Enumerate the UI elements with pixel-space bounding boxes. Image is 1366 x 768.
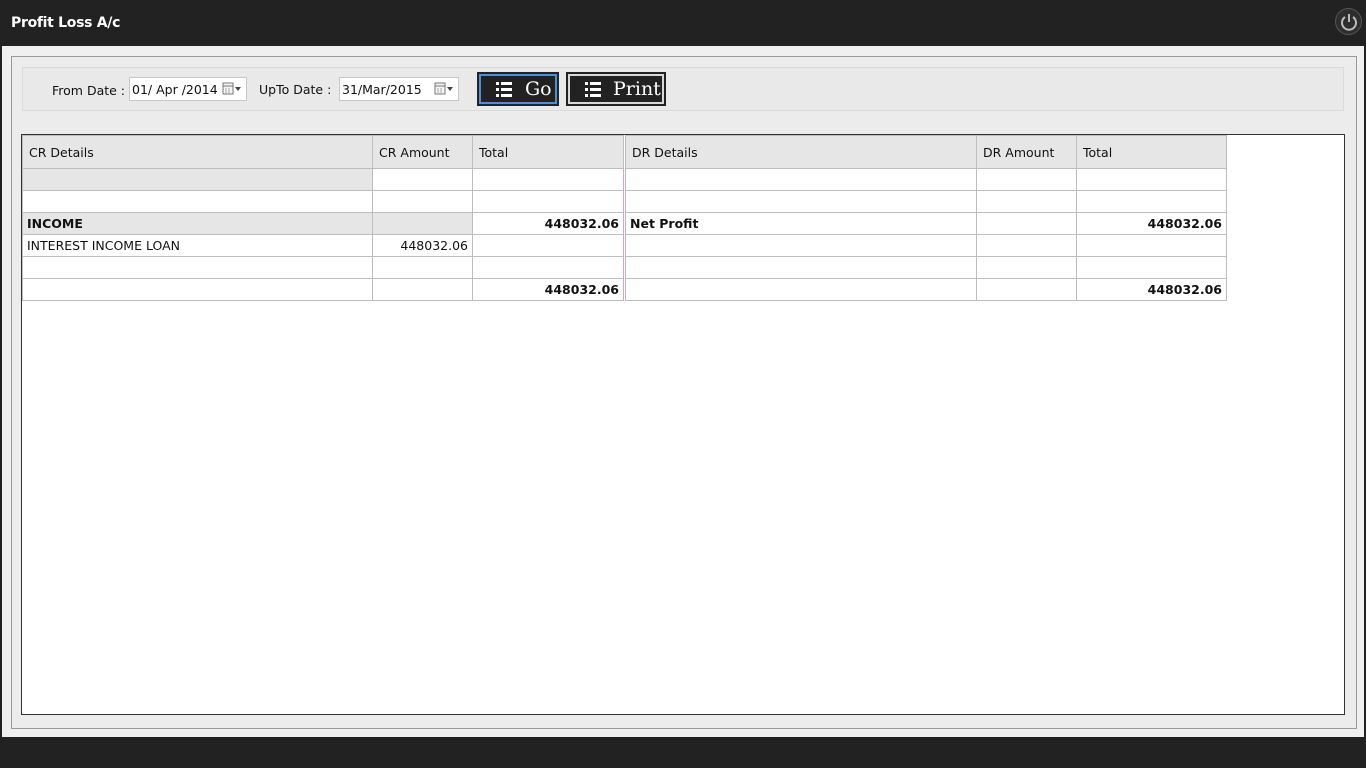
content-frame: From Date : 01/ Apr /2014 UpTo Date : 31… — [11, 56, 1357, 729]
table-row[interactable]: INTEREST INCOME LOAN 448032.06 — [22, 234, 1227, 257]
column-header-dr-total[interactable]: Total — [1076, 135, 1227, 169]
cr-details-cell[interactable] — [22, 190, 373, 213]
upto-date-picker[interactable]: 31/Mar/2015 — [339, 77, 459, 101]
cr-amount-cell[interactable] — [372, 190, 473, 213]
print-label: Print — [613, 78, 661, 100]
dr-amount-cell[interactable] — [976, 278, 1077, 301]
from-date-label: From Date : — [52, 83, 126, 98]
dr-details-cell[interactable]: Net Profit — [624, 212, 977, 235]
cr-details-cell[interactable]: INTEREST INCOME LOAN — [22, 234, 373, 257]
column-header-dr-amount[interactable]: DR Amount — [976, 135, 1077, 169]
upto-date-label: UpTo Date : — [259, 82, 332, 97]
upto-date-value: 31/Mar/2015 — [342, 82, 422, 97]
cr-amount-cell[interactable] — [372, 256, 473, 279]
from-date-picker[interactable]: 01/ Apr /2014 — [129, 77, 247, 101]
table-row[interactable] — [22, 256, 1227, 279]
dr-details-cell[interactable] — [624, 256, 977, 279]
cr-total-cell[interactable]: 448032.06 — [472, 212, 626, 235]
status-bar — [0, 737, 1366, 768]
list-icon — [496, 82, 512, 97]
dr-amount-cell[interactable] — [976, 168, 1077, 191]
from-date-value: 01/ Apr /2014 — [132, 82, 218, 97]
go-label: Go — [525, 78, 552, 100]
dr-amount-cell[interactable] — [976, 256, 1077, 279]
dr-amount-cell[interactable] — [976, 212, 1077, 235]
cr-total-cell[interactable] — [472, 256, 626, 279]
dr-details-cell[interactable] — [624, 278, 977, 301]
filter-toolbar: From Date : 01/ Apr /2014 UpTo Date : 31… — [22, 67, 1344, 111]
column-header-cr-details[interactable]: CR Details — [22, 135, 373, 169]
dr-amount-cell[interactable] — [976, 234, 1077, 257]
list-icon — [585, 82, 601, 97]
cr-total-cell[interactable] — [472, 190, 626, 213]
cr-total-cell[interactable]: 448032.06 — [472, 278, 626, 301]
go-button[interactable]: Go — [477, 72, 559, 106]
cr-amount-cell[interactable] — [372, 168, 473, 191]
dr-details-cell[interactable] — [624, 168, 977, 191]
column-header-cr-total[interactable]: Total — [472, 135, 626, 169]
calendar-dropdown-icon[interactable] — [222, 82, 242, 96]
table-row[interactable] — [22, 190, 1227, 213]
cr-details-cell[interactable]: INCOME — [22, 212, 373, 235]
dr-total-cell[interactable]: 448032.06 — [1076, 278, 1227, 301]
cr-details-cell[interactable] — [22, 168, 373, 191]
print-button[interactable]: Print — [566, 72, 666, 106]
table-row[interactable]: INCOME 448032.06 Net Profit 448032.06 — [22, 212, 1227, 235]
power-icon — [1341, 14, 1357, 31]
table-row-totals[interactable]: 448032.06 448032.06 — [22, 278, 1227, 301]
title-bar: Profit Loss A/c — [0, 0, 1366, 46]
cr-total-cell[interactable] — [472, 234, 626, 257]
profit-loss-grid: CR Details CR Amount Total DR Details DR… — [21, 134, 1345, 715]
cr-amount-cell[interactable]: 448032.06 — [372, 234, 473, 257]
window-title: Profit Loss A/c — [11, 15, 121, 31]
power-button[interactable] — [1335, 8, 1362, 35]
column-header-cr-amount[interactable]: CR Amount — [372, 135, 473, 169]
dr-total-cell[interactable]: 448032.06 — [1076, 212, 1227, 235]
dr-details-cell[interactable] — [624, 190, 977, 213]
ledger-table: CR Details CR Amount Total DR Details DR… — [22, 135, 1227, 301]
table-row[interactable] — [22, 168, 1227, 191]
dr-total-cell[interactable] — [1076, 190, 1227, 213]
dr-total-cell[interactable] — [1076, 256, 1227, 279]
table-header-row: CR Details CR Amount Total DR Details DR… — [22, 135, 1227, 169]
calendar-dropdown-icon[interactable] — [434, 82, 454, 96]
dr-total-cell[interactable] — [1076, 234, 1227, 257]
cr-total-cell[interactable] — [472, 168, 626, 191]
cr-amount-cell[interactable] — [372, 278, 473, 301]
dr-total-cell[interactable] — [1076, 168, 1227, 191]
dr-details-cell[interactable] — [624, 234, 977, 257]
column-header-dr-details[interactable]: DR Details — [624, 135, 977, 169]
cr-details-cell[interactable] — [22, 256, 373, 279]
cr-details-cell[interactable] — [22, 278, 373, 301]
cr-amount-cell[interactable] — [372, 212, 473, 235]
main-area: From Date : 01/ Apr /2014 UpTo Date : 31… — [2, 46, 1364, 737]
dr-amount-cell[interactable] — [976, 190, 1077, 213]
